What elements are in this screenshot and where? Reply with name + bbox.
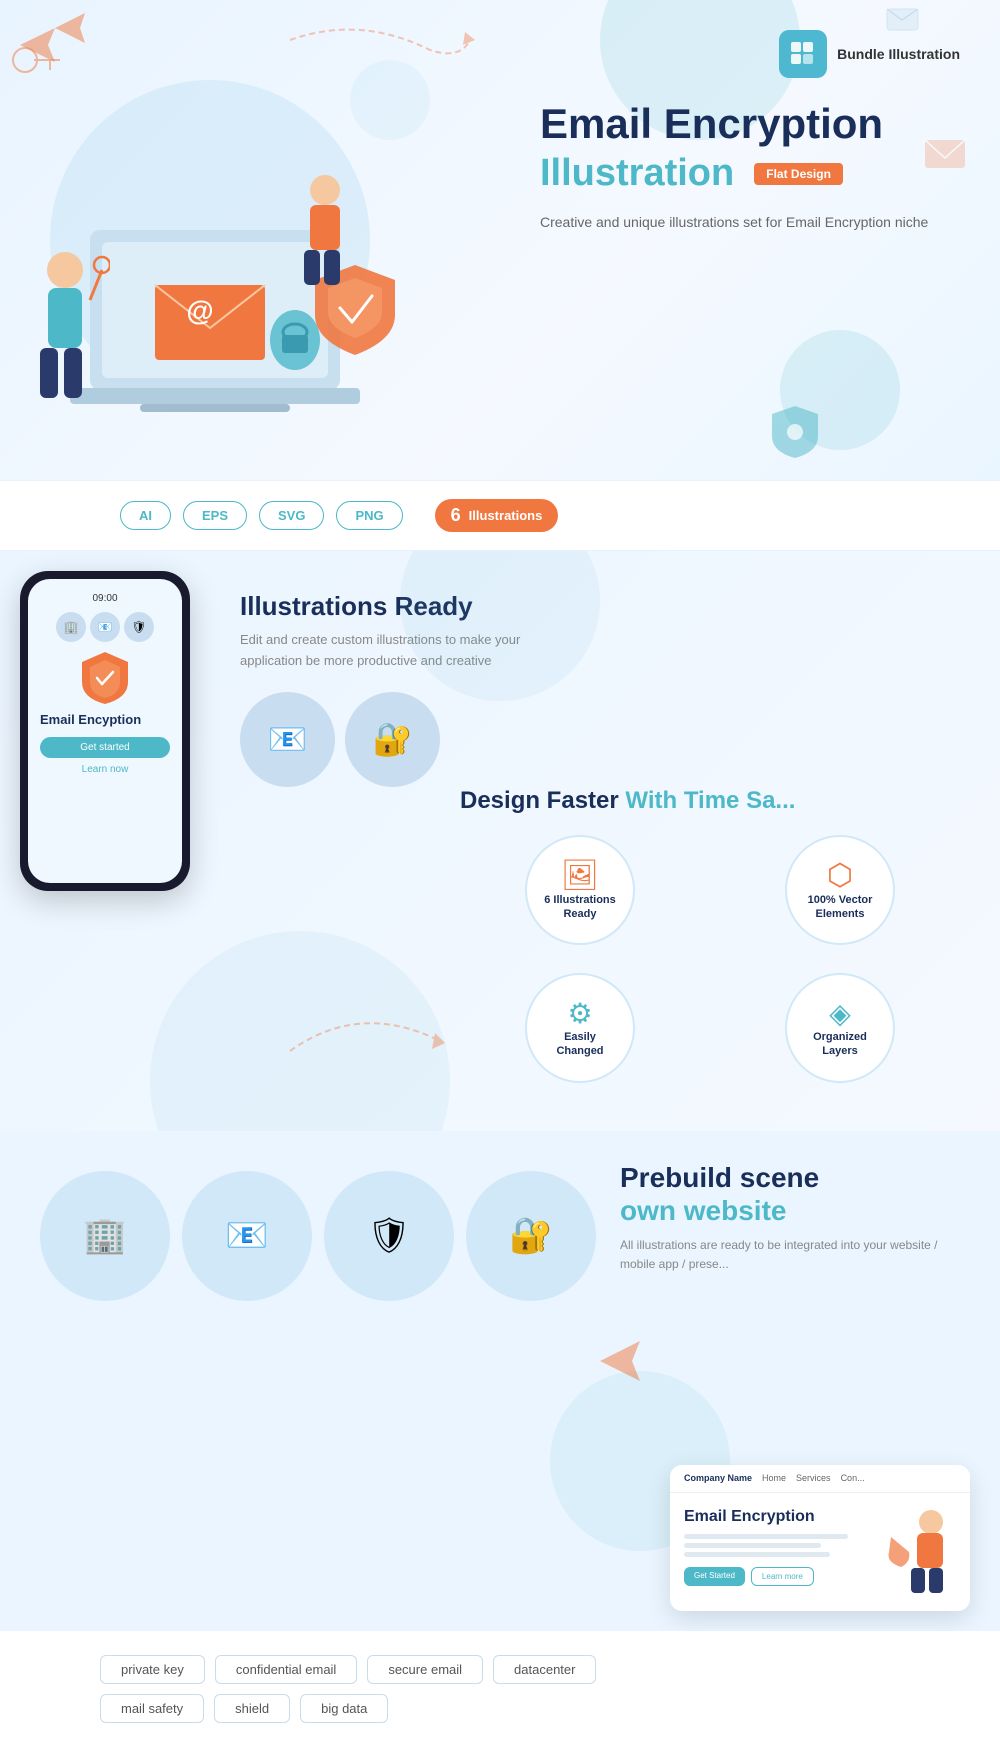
feature-ring-3: ⚙ EasilyChanged: [525, 973, 635, 1083]
tag-datacenter: datacenter: [493, 1655, 596, 1684]
feature-organized-layers: ◈ OrganizedLayers: [720, 973, 960, 1091]
feature-label-1: 6 IllustrationsReady: [544, 893, 616, 922]
design-faster-heading: Design Faster With Time Sa...: [460, 787, 960, 815]
features-section: 09:00 🏢 📧 🛡 Email Encyption: [0, 551, 1000, 1131]
deco-envelope-format: [885, 5, 920, 33]
feature-illustrations-ready: 🖼 6 IllustrationsReady: [460, 835, 700, 953]
phone-learn-now-btn[interactable]: Learn now: [40, 764, 170, 775]
illus-thumb-3: 🛡: [324, 1171, 454, 1301]
phone-circle-3: 🛡: [124, 612, 154, 642]
deco-dashed-arrow-features: [280, 991, 460, 1071]
feature-label-4: OrganizedLayers: [813, 1030, 867, 1059]
feature-vector-elements: ⬡ 100% VectorElements: [720, 835, 960, 953]
tag-big-data: big data: [300, 1694, 388, 1723]
prebuild-title: Prebuild scene own website: [620, 1161, 960, 1228]
illustrations-count-badge: 6 Illustrations: [435, 499, 559, 532]
website-mockup: Company Name Home Services Con... Email …: [670, 1465, 970, 1611]
prebuild-desc: All illustrations are ready to be integr…: [620, 1236, 960, 1274]
features-right: Design Faster With Time Sa... 🖼 6 Illust…: [460, 787, 960, 1091]
feature-icon-3: ⚙: [567, 997, 592, 1030]
format-svg: SVG: [259, 501, 324, 530]
mockup-line-1: [684, 1534, 848, 1539]
prebuild-right: Prebuild scene own website All illustrat…: [620, 1161, 960, 1275]
tag-private-key: private key: [100, 1655, 205, 1684]
illus-thumb-2: 📧: [182, 1171, 312, 1301]
prebuild-section: 🏢 📧 🛡 🔐 Prebuild scene own website All i…: [0, 1131, 1000, 1631]
format-badges-container: AI EPS SVG PNG 6 Illustrations: [120, 499, 558, 532]
flat-design-badge: Flat Design: [754, 163, 843, 185]
hero-title: Email Encryption: [540, 100, 960, 148]
phone-app-title: Email Encyption: [40, 712, 170, 727]
mockup-text-area: Email Encryption Get Started Learn more: [684, 1507, 866, 1597]
phone-get-started-btn[interactable]: Get started: [40, 737, 170, 758]
format-png: PNG: [336, 501, 402, 530]
mockup-nav-items: Home Services Con...: [762, 1473, 865, 1483]
person2-illustration: [290, 170, 360, 290]
phone-mockup: 09:00 🏢 📧 🛡 Email Encyption: [20, 571, 190, 891]
svg-text:@: @: [186, 295, 213, 326]
phone-circle-1: 🏢: [56, 612, 86, 642]
mockup-get-started-btn[interactable]: Get Started: [684, 1567, 745, 1586]
phone-preview-circles: 🏢 📧 🛡: [40, 612, 170, 642]
tags-row-1: private key confidential email secure em…: [100, 1655, 960, 1684]
tag-mail-safety: mail safety: [100, 1694, 204, 1723]
mockup-learn-more-btn[interactable]: Learn more: [751, 1567, 814, 1586]
tags-row-2: mail safety shield big data: [100, 1694, 960, 1723]
hero-desc: Creative and unique illustrations set fo…: [540, 211, 960, 233]
hero-subtitle: Illustration: [540, 152, 734, 195]
feature-icon-1: 🖼: [561, 858, 599, 893]
deco-arrow-prebuild: [590, 1331, 650, 1391]
feature-ring-1: 🖼 6 IllustrationsReady: [525, 835, 635, 945]
mockup-illus-svg: [881, 1507, 951, 1597]
deco-shield-floating: [770, 404, 820, 460]
preview-circles-row: 📧 🔐: [240, 692, 660, 787]
brand-icon: [779, 30, 827, 78]
format-section: AI EPS SVG PNG 6 Illustrations: [0, 480, 1000, 551]
mockup-buttons: Get Started Learn more: [684, 1567, 866, 1586]
feature-icon-4: ◈: [829, 997, 851, 1030]
mockup-illustration: [876, 1507, 956, 1597]
phone-time: 09:00: [40, 593, 170, 604]
brand-logo-icon: [789, 40, 817, 68]
feature-ring-2: ⬡ 100% VectorElements: [785, 835, 895, 945]
mockup-logo: Company Name: [684, 1473, 752, 1484]
phone-screen: 09:00 🏢 📧 🛡 Email Encyption: [28, 579, 182, 883]
format-eps: EPS: [183, 501, 247, 530]
mockup-line-2: [684, 1543, 821, 1548]
mockup-desc-lines: [684, 1534, 866, 1557]
deco-arrow-tags: [10, 20, 60, 70]
phone-app-shield: [40, 650, 170, 706]
tags-container: private key confidential email secure em…: [100, 1655, 960, 1723]
hero-illustration: @: [30, 60, 410, 420]
feature-label-3: EasilyChanged: [556, 1030, 603, 1059]
feature-circles-grid: 🖼 6 IllustrationsReady ⬡ 100% VectorElem…: [460, 835, 960, 1091]
illus-thumb-1: 🏢: [40, 1171, 170, 1301]
feature-icon-2: ⬡: [827, 858, 853, 893]
hero-section: Bundle Illustration @: [0, 0, 1000, 480]
feature-ring-4: ◈ OrganizedLayers: [785, 973, 895, 1083]
tags-section: private key confidential email secure em…: [0, 1631, 1000, 1757]
preview-thumb-2: 🔐: [345, 692, 440, 787]
feature-easily-changed: ⚙ EasilyChanged: [460, 973, 700, 1091]
hero-content: Email Encryption Illustration Flat Desig…: [540, 100, 960, 234]
preview-thumb-1: 📧: [240, 692, 335, 787]
tag-shield: shield: [214, 1694, 290, 1723]
feature-label-2: 100% VectorElements: [808, 893, 873, 922]
tag-secure-email: secure email: [367, 1655, 483, 1684]
brand-text: Bundle Illustration: [837, 45, 960, 63]
phone-shield-svg: [80, 650, 130, 706]
tag-confidential-email: confidential email: [215, 1655, 357, 1684]
illus-thumb-4: 🔐: [466, 1171, 596, 1301]
format-ai: AI: [120, 501, 171, 530]
mockup-body: Email Encryption Get Started Learn more: [670, 1493, 970, 1611]
brand-badge: Bundle Illustration: [779, 30, 960, 78]
phone-circle-2: 📧: [90, 612, 120, 642]
mockup-hero-title: Email Encryption: [684, 1507, 866, 1526]
mockup-line-3: [684, 1552, 830, 1557]
person1-illustration: [30, 240, 110, 420]
mockup-nav: Company Name Home Services Con...: [670, 1465, 970, 1493]
